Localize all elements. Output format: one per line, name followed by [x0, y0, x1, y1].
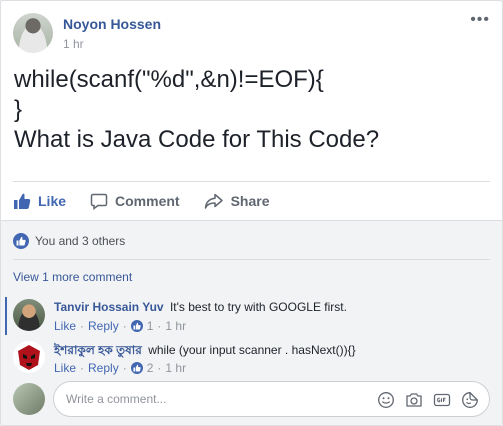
sticker-icon[interactable]: [461, 391, 479, 409]
like-button[interactable]: Like: [13, 183, 66, 219]
like-icon: [13, 192, 31, 210]
share-button[interactable]: Share: [204, 183, 270, 219]
comment-body: It's best to try with GOOGLE first.: [169, 300, 347, 314]
reactions-summary[interactable]: You and 3 others: [13, 229, 490, 253]
write-comment-row: Write a comment...: [13, 381, 490, 417]
comment-meta: Like · Reply · 2 · 1 hr: [54, 361, 187, 375]
post-text: while(scanf("%d",&n)!=EOF){ } What is Ja…: [14, 65, 490, 155]
comment-highlight-bar: [5, 297, 7, 335]
comment-item: ইশরাকুল হক তুষার while (your input scann…: [13, 341, 490, 377]
divider: [13, 259, 490, 260]
emoji-icon[interactable]: [377, 391, 395, 409]
like-label: Like: [38, 192, 67, 209]
comment-time[interactable]: 1 hr: [165, 319, 186, 333]
action-bar: Like Comment Share: [13, 181, 490, 219]
comment-like-link[interactable]: Like: [54, 361, 76, 375]
share-icon: [204, 192, 224, 210]
comment-input[interactable]: Write a comment...: [53, 381, 490, 417]
comment-author[interactable]: Tanvir Hossain Yuv: [54, 300, 164, 314]
commenter-avatar[interactable]: [13, 299, 45, 331]
post-line-3: What is Java Code for This Code?: [14, 126, 380, 153]
comment-text-row: Tanvir Hossain Yuv It's best to try with…: [54, 300, 347, 314]
comment-text-row: ইশরাকুল হক তুষার while (your input scann…: [54, 342, 356, 362]
like-count-icon: [130, 362, 143, 374]
share-label: Share: [230, 192, 270, 209]
more-options-icon[interactable]: •••: [470, 12, 490, 28]
comment-reply-link[interactable]: Reply: [88, 319, 119, 333]
comments-section: You and 3 others View 1 more comment Tan…: [1, 220, 502, 425]
comment-like-count[interactable]: 2: [147, 361, 154, 375]
commenter-avatar[interactable]: [13, 341, 45, 373]
comment-item: Tanvir Hossain Yuv It's best to try with…: [13, 299, 490, 335]
like-reaction-icon: [13, 233, 29, 249]
comment-button[interactable]: Comment: [90, 183, 180, 219]
post-header: Noyon Hossen 1 hr •••: [13, 12, 490, 57]
view-more-comments-link[interactable]: View 1 more comment: [13, 270, 132, 284]
comment-reply-link[interactable]: Reply: [88, 361, 119, 375]
comment-time[interactable]: 1 hr: [165, 361, 186, 375]
reactions-text: You and 3 others: [35, 234, 126, 248]
transformer-logo-icon: [18, 345, 40, 370]
post-line-1: while(scanf("%d",&n)!=EOF){: [14, 66, 324, 93]
current-user-avatar[interactable]: [13, 383, 45, 415]
comment-author[interactable]: ইশরাকুল হক তুষার: [54, 343, 142, 357]
author-name[interactable]: Noyon Hossen: [63, 16, 161, 32]
author-avatar[interactable]: [13, 13, 53, 53]
comment-body: while (your input scanner . hasNext()){}: [148, 343, 356, 357]
comment-like-link[interactable]: Like: [54, 319, 76, 333]
post-card: Noyon Hossen 1 hr ••• while(scanf("%d",&…: [0, 0, 503, 426]
gif-icon[interactable]: [433, 391, 451, 409]
comment-like-count[interactable]: 1: [147, 319, 154, 333]
comment-input-tools: [377, 391, 479, 409]
comment-label: Comment: [115, 192, 180, 209]
post-line-2: }: [14, 96, 23, 123]
post-timestamp[interactable]: 1 hr: [63, 37, 84, 51]
camera-icon[interactable]: [405, 391, 423, 409]
comment-input-placeholder: Write a comment...: [66, 392, 167, 406]
like-count-icon: [130, 320, 143, 332]
comment-icon: [90, 192, 108, 210]
comment-meta: Like · Reply · 1 · 1 hr: [54, 319, 187, 333]
